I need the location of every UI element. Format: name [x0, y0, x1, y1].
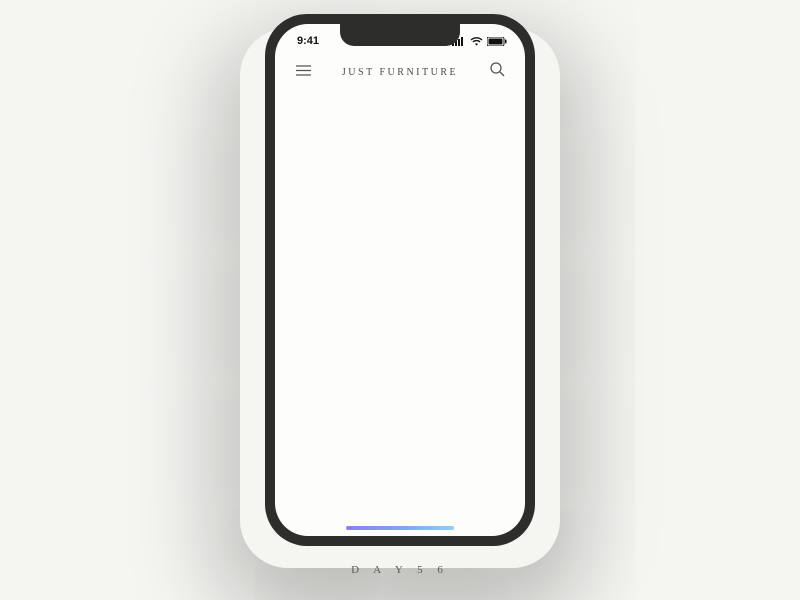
- status-time: 9:41: [297, 35, 319, 47]
- menu-icon: [296, 63, 311, 81]
- app-title: JUST FURNITURE: [342, 67, 458, 78]
- status-icons: [452, 37, 507, 46]
- search-icon: [490, 62, 505, 82]
- home-indicator[interactable]: [346, 526, 454, 530]
- phone-notch: [340, 24, 460, 46]
- phone-frame: 9:41: [265, 14, 535, 546]
- wifi-icon: [470, 37, 483, 46]
- search-button[interactable]: [487, 62, 507, 82]
- menu-button[interactable]: [293, 62, 313, 82]
- battery-icon: [487, 37, 507, 46]
- phone-screen: 9:41: [275, 24, 525, 536]
- app-header: JUST FURNITURE: [275, 52, 525, 90]
- shot-caption: D A Y 5 6: [351, 564, 449, 576]
